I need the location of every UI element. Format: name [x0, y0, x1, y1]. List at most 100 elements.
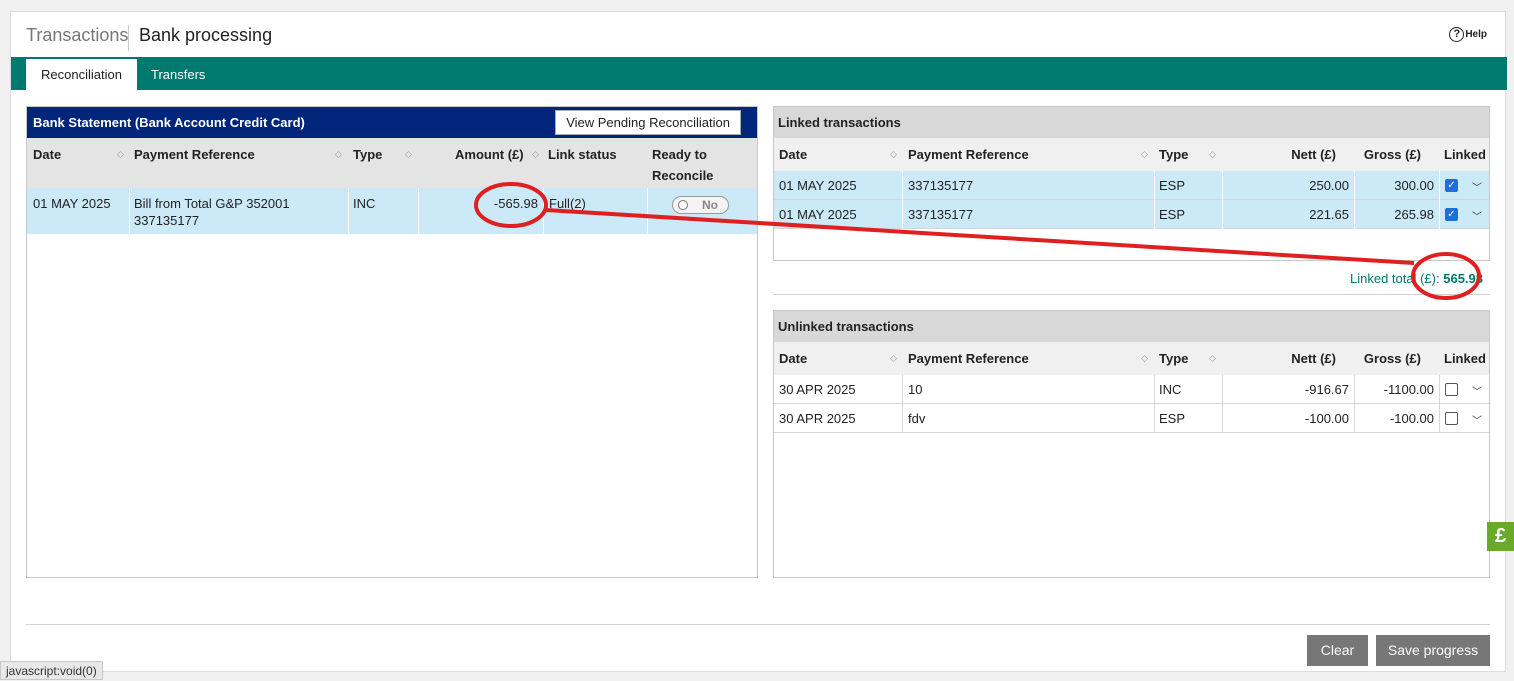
linked-checkbox[interactable] — [1445, 412, 1458, 425]
sort-icon[interactable]: ◇ — [335, 149, 342, 160]
sort-icon[interactable]: ◇ — [405, 149, 412, 160]
clear-button[interactable]: Clear — [1307, 635, 1368, 666]
row-amount: -565.98 — [493, 196, 538, 211]
row-gross: 265.98 — [1394, 207, 1434, 222]
col-link-status[interactable]: Link status — [548, 147, 617, 162]
divider — [773, 294, 1490, 295]
row-nett: -100.00 — [1304, 411, 1349, 426]
sort-icon[interactable]: ◇ — [1141, 353, 1148, 364]
chevron-down-icon[interactable]: ﹀ — [1472, 412, 1482, 427]
linked-checkbox[interactable]: ✓ — [1445, 179, 1458, 192]
chevron-down-icon[interactable]: ﹀ — [1472, 179, 1482, 194]
save-progress-button[interactable]: Save progress — [1376, 635, 1490, 666]
col-reconcile: Reconcile — [652, 168, 714, 183]
tab-reconciliation[interactable]: Reconciliation — [26, 59, 137, 90]
row-link-status[interactable]: Full(2) — [549, 196, 586, 211]
col-nett[interactable]: Nett (£) — [1291, 147, 1336, 162]
unlinked-transactions-panel: Unlinked transactions Date ◇ Payment Ref… — [773, 310, 1490, 578]
col-gross[interactable]: Gross (£) — [1364, 351, 1421, 366]
row-payment-reference: fdv — [908, 411, 926, 426]
col-amount[interactable]: Amount (£) — [455, 147, 524, 162]
sort-icon[interactable]: ◇ — [1141, 149, 1148, 160]
row-payment-reference-2: 337135177 — [134, 213, 200, 228]
ready-to-reconcile-toggle[interactable]: No — [672, 196, 729, 214]
row-type: INC — [1159, 382, 1182, 397]
tab-transfers[interactable]: Transfers — [136, 59, 220, 90]
help-label: Help — [1465, 29, 1487, 40]
column-divider — [1154, 171, 1155, 200]
row-date: 01 MAY 2025 — [779, 207, 857, 222]
view-pending-reconciliation-button[interactable]: View Pending Reconciliation — [555, 110, 741, 135]
row-payment-reference: Bill from Total G&P 352001 — [134, 196, 290, 211]
linked-total-value: 565.98 — [1443, 271, 1483, 286]
row-date: 01 MAY 2025 — [779, 178, 857, 193]
col-payment-reference[interactable]: Payment Reference — [908, 351, 1029, 366]
col-date[interactable]: Date — [779, 147, 807, 162]
row-date: 30 APR 2025 — [779, 411, 856, 426]
footer-divider — [26, 624, 1490, 625]
table-row[interactable]: 30 APR 2025 10 INC -916.67 -1100.00 ﹀ — [774, 375, 1489, 404]
row-type: INC — [353, 196, 376, 211]
column-divider — [1154, 375, 1155, 404]
linked-checkbox[interactable] — [1445, 383, 1458, 396]
unlinked-table-header: Date ◇ Payment Reference ◇ Type ◇ Nett (… — [774, 342, 1489, 375]
sort-icon[interactable]: ◇ — [890, 149, 897, 160]
table-row[interactable]: 01 MAY 2025 337135177 ESP 221.65 265.98 ✓ ﹀ — [774, 200, 1489, 229]
row-nett: 250.00 — [1309, 178, 1349, 193]
help-button[interactable]: ? Help — [1449, 27, 1487, 42]
column-divider — [1439, 375, 1440, 404]
column-divider — [1154, 200, 1155, 229]
col-date[interactable]: Date — [33, 147, 61, 162]
column-divider — [418, 188, 419, 234]
linked-transactions-panel: Linked transactions Date ◇ Payment Refer… — [773, 106, 1490, 261]
col-type[interactable]: Type — [1159, 147, 1188, 162]
column-divider — [1439, 171, 1440, 200]
toggle-knob — [678, 200, 688, 210]
column-divider — [129, 188, 130, 234]
col-payment-reference[interactable]: Payment Reference — [908, 147, 1029, 162]
table-row[interactable]: 01 MAY 2025 Bill from Total G&P 352001 3… — [27, 188, 757, 234]
bank-statement-header: Bank Statement (Bank Account Credit Card… — [27, 107, 757, 138]
table-row[interactable]: 30 APR 2025 fdv ESP -100.00 -100.00 ﹀ — [774, 404, 1489, 433]
row-payment-reference: 337135177 — [908, 178, 974, 193]
linked-checkbox[interactable]: ✓ — [1445, 208, 1458, 221]
row-payment-reference: 10 — [908, 382, 923, 397]
bank-statement-title: Bank Statement (Bank Account Credit Card… — [33, 115, 305, 130]
linked-transactions-title: Linked transactions — [774, 107, 1489, 138]
sort-icon[interactable]: ◇ — [890, 353, 897, 364]
chevron-down-icon[interactable]: ﹀ — [1472, 208, 1482, 223]
sort-icon[interactable]: ◇ — [1209, 353, 1216, 364]
sort-icon[interactable]: ◇ — [1209, 149, 1216, 160]
column-divider — [1154, 404, 1155, 433]
col-payment-reference[interactable]: Payment Reference — [134, 147, 255, 162]
chevron-down-icon[interactable]: ﹀ — [1472, 383, 1482, 398]
row-nett: -916.67 — [1304, 382, 1349, 397]
row-type: ESP — [1159, 178, 1186, 193]
column-divider — [902, 375, 903, 404]
sort-icon[interactable]: ◇ — [117, 149, 124, 160]
column-divider — [348, 188, 349, 234]
help-icon: ? — [1449, 27, 1465, 42]
sort-icon[interactable]: ◇ — [532, 149, 539, 160]
linked-total-label: Linked total (£): — [1350, 271, 1440, 286]
column-divider — [902, 404, 903, 433]
breadcrumb-separator — [128, 25, 129, 51]
pound-icon[interactable]: £ — [1487, 522, 1514, 551]
col-type[interactable]: Type — [1159, 351, 1188, 366]
page-title: Bank processing — [139, 25, 273, 45]
row-gross: 300.00 — [1394, 178, 1434, 193]
row-gross: -1100.00 — [1383, 382, 1434, 397]
table-row[interactable]: 01 MAY 2025 337135177 ESP 250.00 300.00 ✓ ﹀ — [774, 171, 1489, 200]
row-payment-reference: 337135177 — [908, 207, 974, 222]
bank-statement-table-header: Date ◇ Payment Reference ◇ Type ◇ Amount… — [27, 138, 757, 188]
col-date[interactable]: Date — [779, 351, 807, 366]
col-gross[interactable]: Gross (£) — [1364, 147, 1421, 162]
breadcrumb-transactions[interactable]: Transactions — [26, 25, 128, 46]
column-divider — [1354, 404, 1355, 433]
row-date: 30 APR 2025 — [779, 382, 856, 397]
row-gross: -100.00 — [1389, 411, 1434, 426]
column-divider — [1354, 200, 1355, 229]
col-nett[interactable]: Nett (£) — [1291, 351, 1336, 366]
col-type[interactable]: Type — [353, 147, 382, 162]
column-divider — [1354, 171, 1355, 200]
